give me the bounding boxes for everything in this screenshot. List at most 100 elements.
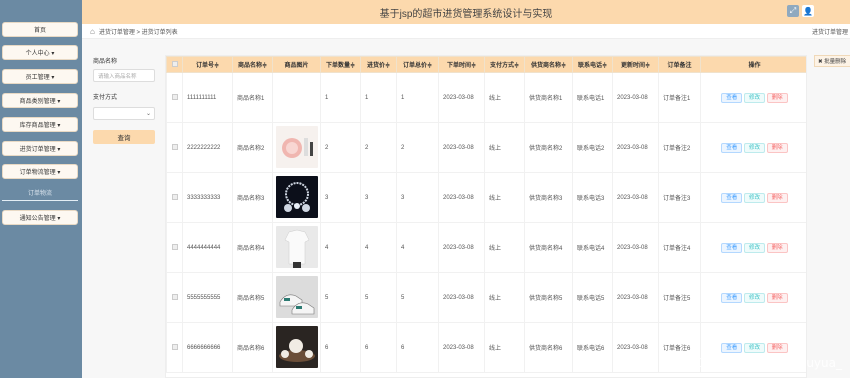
col-payment[interactable]: 支付方式≑	[484, 56, 525, 73]
edit-button[interactable]: 修改	[743, 142, 765, 153]
view-button[interactable]: 查看	[721, 342, 743, 353]
actions-cell: 查看 修改 删除	[700, 122, 806, 173]
supplier-cell: 供货商名称6	[524, 322, 573, 373]
price-cell: 4	[360, 222, 397, 273]
col-order-time[interactable]: 下单时间≑	[438, 56, 485, 73]
view-button[interactable]: 查看	[721, 242, 743, 253]
order-time-cell: 2023-03-08	[438, 172, 485, 223]
sidebar-item-purchase-orders[interactable]: 进货订单管理 ▾	[2, 141, 78, 156]
phone-cell: 联系电话5	[572, 272, 613, 323]
sidebar-item-stock[interactable]: 库存商品管理 ▾	[2, 117, 78, 132]
updated-cell: 2023-03-08	[612, 72, 659, 123]
sidebar-item-label: 首页	[33, 28, 46, 34]
quantity-cell: 3	[320, 172, 361, 223]
row-checkbox[interactable]	[166, 322, 183, 373]
breadcrumb: ⌂ 进货订单管理 > 进货订单列表 进货订单管理	[82, 24, 850, 39]
sidebar-item-notice[interactable]: 通知公告管理 ▾	[2, 210, 78, 225]
order-time-cell: 2023-03-08	[438, 322, 485, 373]
col-total[interactable]: 订单总价≑	[396, 56, 439, 73]
user-icon[interactable]: 👤	[802, 5, 814, 17]
sidebar: 首页 个人中心 ▾ 员工管理 ▾ 商品类别管理 ▾ 库存商品管理 ▾ 进货订单管…	[0, 0, 82, 378]
quantity-cell: 4	[320, 222, 361, 273]
edit-button[interactable]: 修改	[743, 192, 765, 203]
sidebar-item-home[interactable]: 首页	[2, 22, 78, 37]
note-cell: 订单备注3	[658, 172, 701, 223]
total-cell: 4	[396, 222, 439, 273]
quantity-cell: 5	[320, 272, 361, 323]
table-row: 2222222222 商品名称2 2 2 2 2023-03-08 线上 供货商名称2 联系电话…	[166, 122, 806, 173]
payment-cell: 线上	[484, 272, 525, 323]
row-checkbox[interactable]	[166, 72, 183, 123]
name-search-input[interactable]: 请输入商品名称	[93, 69, 155, 82]
sidebar-item-profile[interactable]: 个人中心 ▾	[2, 45, 78, 60]
fullscreen-icon[interactable]: ⤢	[787, 5, 799, 17]
view-button[interactable]: 查看	[721, 142, 743, 153]
home-icon[interactable]: ⌂	[90, 27, 95, 36]
pay-method-select[interactable]: ⌄	[93, 107, 155, 120]
row-checkbox[interactable]	[166, 222, 183, 273]
view-button[interactable]: 查看	[721, 292, 743, 303]
note-cell: 订单备注1	[658, 72, 701, 123]
delete-button[interactable]: 删除	[766, 192, 788, 203]
product-image	[275, 125, 318, 170]
quantity-cell: 1	[320, 72, 361, 123]
col-supplier[interactable]: 供货商名称≑	[524, 56, 573, 73]
product-name-cell: 商品名称6	[232, 322, 273, 373]
col-updated[interactable]: 更新时间≑	[612, 56, 659, 73]
quantity-cell: 2	[320, 122, 361, 173]
sidebar-item-label: 员工管理 ▾	[25, 75, 55, 81]
batch-delete-button[interactable]: ✖ 批量删除	[814, 55, 850, 67]
order-time-cell: 2023-03-08	[438, 72, 485, 123]
payment-cell: 线上	[484, 222, 525, 273]
actions-cell: 查看 修改 删除	[700, 272, 806, 323]
watermark: CSDN @javachenxuyua_	[694, 356, 842, 370]
product-name-cell: 商品名称4	[232, 222, 273, 273]
delete-button[interactable]: 删除	[766, 142, 788, 153]
edit-button[interactable]: 修改	[743, 342, 765, 353]
col-quantity[interactable]: 下单数量≑	[320, 56, 361, 73]
price-cell: 1	[360, 72, 397, 123]
row-checkbox[interactable]	[166, 172, 183, 223]
order-time-cell: 2023-03-08	[438, 272, 485, 323]
col-price[interactable]: 进货价≑	[360, 56, 397, 73]
actions-cell: 查看 修改 删除	[700, 172, 806, 223]
edit-button[interactable]: 修改	[743, 242, 765, 253]
delete-button[interactable]: 删除	[766, 342, 788, 353]
order-no-cell: 2222222222	[182, 122, 233, 173]
product-name-cell: 商品名称1	[232, 72, 273, 123]
supplier-cell: 供货商名称2	[524, 122, 573, 173]
col-order-no[interactable]: 订单号≑	[182, 56, 233, 73]
orders-table: 订单号≑ 商品名称≑ 商品图片 下单数量≑ 进货价≑ 订单总价≑ 下单时间≑ 支…	[165, 55, 807, 378]
col-product-image: 商品图片	[272, 56, 321, 73]
header: 基于jsp的超市进货管理系统设计与实现 ⤢ 👤	[82, 0, 850, 24]
delete-button[interactable]: 删除	[766, 242, 788, 253]
col-product-name[interactable]: 商品名称≑	[232, 56, 273, 73]
sidebar-item-staff[interactable]: 员工管理 ▾	[2, 69, 78, 84]
sidebar-subitem-logistics[interactable]: 订单物流	[2, 186, 78, 198]
table-row: 1111111111 商品名称1 1 1 1 2023-03-08 线上 供货商名称1 联系电话…	[166, 72, 806, 123]
updated-cell: 2023-03-08	[612, 272, 659, 323]
product-image-cell	[272, 122, 321, 173]
col-phone[interactable]: 联系电话≑	[572, 56, 613, 73]
row-checkbox[interactable]	[166, 272, 183, 323]
product-image-cell	[272, 172, 321, 223]
row-checkbox[interactable]	[166, 122, 183, 173]
pay-filter-label: 支付方式	[93, 95, 118, 101]
search-button[interactable]: 查询	[93, 130, 155, 144]
sidebar-item-category[interactable]: 商品类别管理 ▾	[2, 93, 78, 108]
view-button[interactable]: 查看	[721, 92, 743, 103]
select-all-checkbox[interactable]	[166, 56, 183, 73]
supplier-cell: 供货商名称5	[524, 272, 573, 323]
delete-button[interactable]: 删除	[766, 92, 788, 103]
breadcrumb-text: 进货订单管理 > 进货订单列表	[98, 29, 178, 36]
updated-cell: 2023-03-08	[612, 122, 659, 173]
delete-button[interactable]: 删除	[766, 292, 788, 303]
product-image-cell	[272, 72, 321, 123]
edit-button[interactable]: 修改	[743, 92, 765, 103]
order-no-cell: 5555555555	[182, 272, 233, 323]
sidebar-item-logistics[interactable]: 订单物流管理 ▾	[2, 164, 78, 179]
edit-button[interactable]: 修改	[743, 292, 765, 303]
view-button[interactable]: 查看	[721, 192, 743, 203]
actions-cell: 查看 修改 删除	[700, 72, 806, 123]
filter-panel: 商品名称 请输入商品名称 支付方式 ⌄ 查询	[93, 56, 157, 144]
